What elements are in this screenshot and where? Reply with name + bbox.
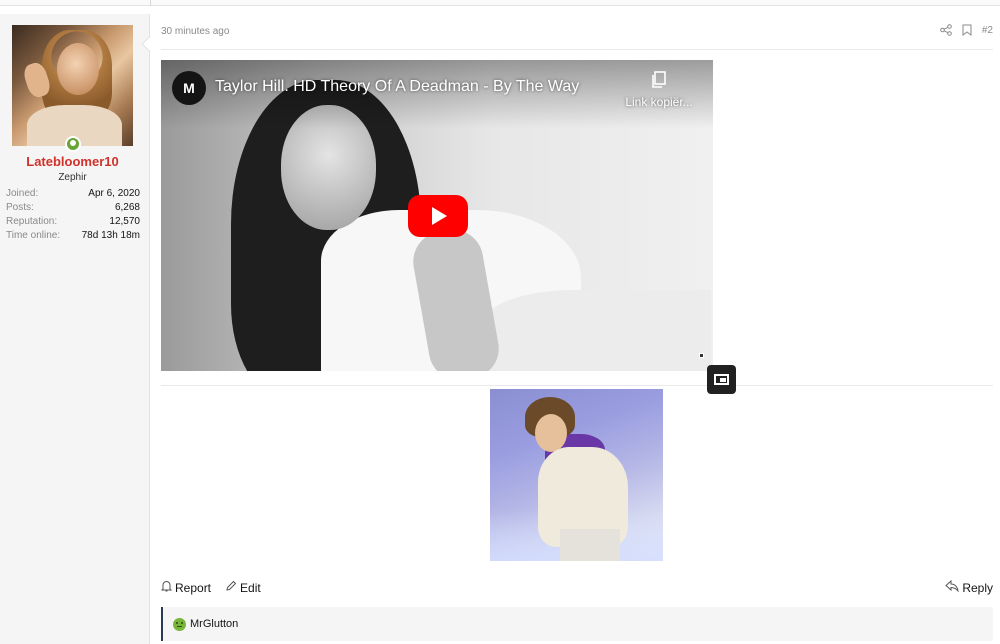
stat-label: Reputation:	[6, 216, 58, 227]
play-icon	[432, 207, 447, 225]
report-button[interactable]: Report	[160, 580, 212, 595]
channel-avatar[interactable]: M	[172, 71, 206, 105]
online-status-icon	[65, 136, 81, 152]
stat-time-online: Time online: 78d 13h 18m	[6, 229, 140, 243]
picture-in-picture-button[interactable]	[707, 365, 736, 394]
divider	[161, 385, 993, 386]
reaction-icon[interactable]	[173, 617, 186, 631]
top-border	[0, 0, 1000, 6]
post-image[interactable]	[490, 389, 663, 561]
stat-value: 78d 13h 18m	[81, 230, 140, 241]
video-corner-dot	[699, 353, 704, 358]
stat-reputation: Reputation: 12,570	[6, 215, 140, 229]
post-timestamp[interactable]: 30 minutes ago	[161, 26, 229, 37]
username-link[interactable]: Latebloomer10	[0, 154, 145, 169]
post-header: 30 minutes ago #2	[161, 14, 993, 50]
user-title: Zephir	[58, 172, 87, 183]
bookmark-icon[interactable]	[962, 24, 972, 36]
play-button[interactable]	[408, 195, 468, 237]
youtube-embed[interactable]: M Taylor Hill. HD Theory Of A Deadman - …	[161, 60, 713, 371]
picture-in-picture-icon	[714, 374, 729, 385]
pencil-icon	[225, 580, 237, 595]
reply-button[interactable]: Reply	[945, 579, 993, 595]
share-icon[interactable]	[940, 24, 952, 36]
stat-value: 12,570	[109, 216, 140, 227]
user-stats: Joined: Apr 6, 2020 Posts: 6,268 Reputat…	[6, 187, 140, 243]
stat-value: Apr 6, 2020	[88, 188, 140, 199]
post-number-link[interactable]: #2	[982, 25, 993, 36]
stat-posts: Posts: 6,268	[6, 201, 140, 215]
copy-icon	[619, 71, 699, 89]
report-label: Report	[175, 580, 212, 595]
user-sidebar: Latebloomer10 Zephir Joined: Apr 6, 2020…	[0, 14, 159, 644]
stat-label: Time online:	[6, 230, 61, 241]
stat-label: Joined:	[6, 188, 39, 199]
reaction-user-link[interactable]: MrGlutton	[190, 618, 238, 630]
copy-link-label: Link kopiër...	[625, 95, 693, 109]
reply-label: Reply	[962, 580, 993, 595]
stat-joined: Joined: Apr 6, 2020	[6, 187, 140, 201]
reply-icon	[945, 579, 960, 595]
post-footer: Report Edit Reply	[160, 579, 993, 597]
post-header-actions: #2	[940, 24, 993, 36]
stat-value: 6,268	[114, 202, 140, 213]
bell-icon	[160, 580, 173, 595]
edit-button[interactable]: Edit	[225, 580, 261, 595]
reactions-bar: MrGlutton	[161, 607, 993, 641]
stat-label: Posts:	[6, 202, 34, 213]
copy-link-button[interactable]: Link kopiër...	[619, 71, 699, 109]
avatar[interactable]	[12, 25, 133, 146]
sidebar-arrow	[141, 35, 159, 53]
edit-label: Edit	[240, 580, 261, 595]
video-title[interactable]: Taylor Hill. HD Theory Of A Deadman - By…	[215, 78, 579, 96]
